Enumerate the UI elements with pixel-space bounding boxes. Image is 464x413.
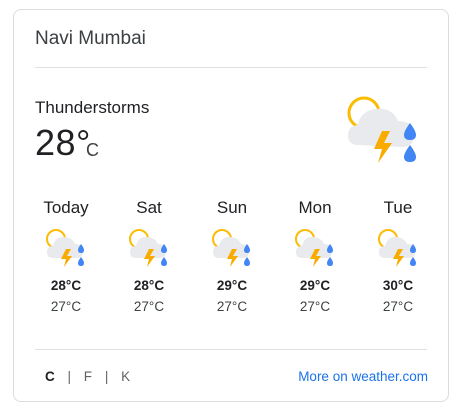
forecast-day[interactable]: Sat 28°C 27°C <box>114 198 184 314</box>
forecast-row: Today 28°C 27°C Sat 28°C 27°C Sun 29°C 2… <box>14 198 448 333</box>
unit-celsius-button[interactable]: C <box>45 369 55 384</box>
thunderstorm-sun-icon <box>46 229 84 267</box>
thunderstorm-sun-icon <box>295 229 333 267</box>
divider <box>35 67 427 68</box>
forecast-day-name: Today <box>43 198 89 217</box>
thunderstorm-sun-icon <box>129 229 167 267</box>
forecast-high: 28°C <box>50 278 82 293</box>
unit-separator: | <box>104 369 109 384</box>
forecast-low: 27°C <box>50 299 82 314</box>
thunderstorm-sun-icon <box>378 229 416 267</box>
forecast-high: 29°C <box>216 278 248 293</box>
unit-separator: | <box>67 369 72 384</box>
unit-kelvin-button[interactable]: K <box>121 369 130 384</box>
forecast-high: 28°C <box>133 278 165 293</box>
current-temperature-unit: C <box>86 140 99 160</box>
forecast-low: 27°C <box>133 299 165 314</box>
forecast-day-name: Mon <box>298 198 332 217</box>
forecast-day-name: Tue <box>383 198 413 217</box>
forecast-day-name: Sun <box>216 198 248 217</box>
forecast-day[interactable]: Mon 29°C 27°C <box>280 198 350 314</box>
unit-fahrenheit-button[interactable]: F <box>84 369 92 384</box>
more-on-weather-link[interactable]: More on weather.com <box>298 369 428 384</box>
forecast-day[interactable]: Today 28°C 27°C <box>31 198 101 314</box>
divider <box>35 349 427 350</box>
forecast-day-name: Sat <box>136 198 162 217</box>
forecast-low: 27°C <box>299 299 331 314</box>
location-title: Navi Mumbai <box>35 28 146 49</box>
thunderstorm-sun-icon <box>212 229 250 267</box>
forecast-high: 30°C <box>382 278 414 293</box>
forecast-low: 27°C <box>216 299 248 314</box>
weather-card: Navi Mumbai Thunderstorms 28° C Today 28… <box>13 9 449 402</box>
current-condition: Thunderstorms <box>35 98 150 117</box>
thunderstorm-sun-icon <box>347 96 416 163</box>
current-temperature: 28° <box>35 122 91 163</box>
forecast-high: 29°C <box>299 278 331 293</box>
forecast-low: 27°C <box>382 299 414 314</box>
forecast-day[interactable]: Sun 29°C 27°C <box>197 198 267 314</box>
unit-switcher: C | F | K <box>45 369 130 384</box>
forecast-day[interactable]: Tue 30°C 27°C <box>363 198 433 314</box>
